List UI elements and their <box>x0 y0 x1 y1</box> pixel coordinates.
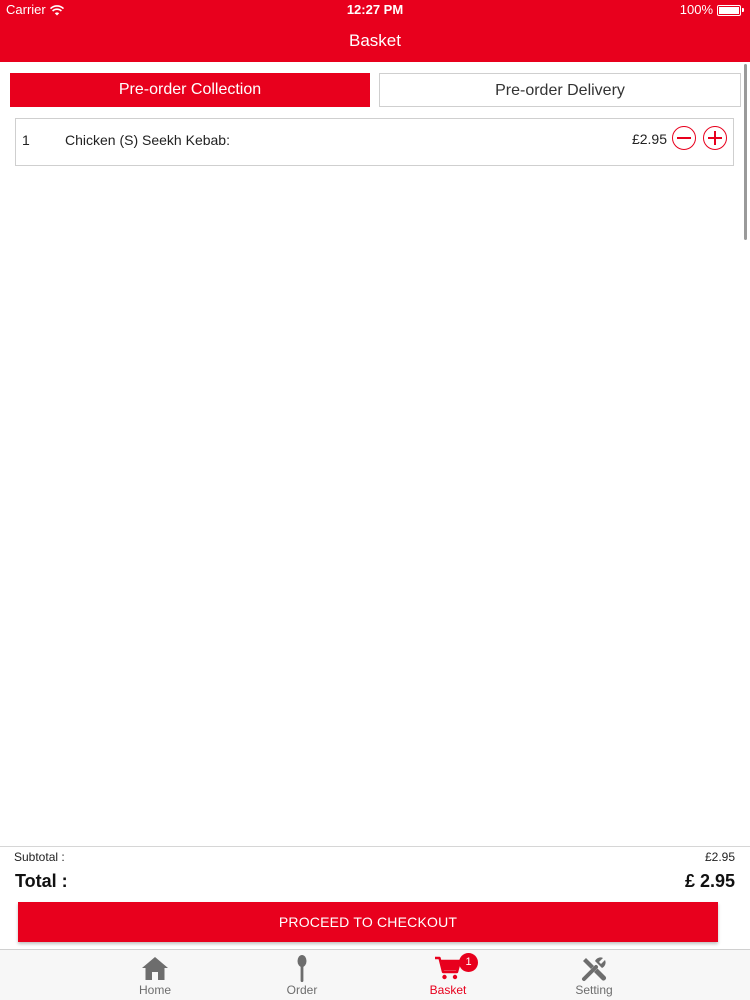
tabbar-item-setting[interactable]: Setting <box>519 950 669 1000</box>
tabbar-label-order: Order <box>286 983 318 997</box>
total-label: Total : <box>15 871 68 891</box>
tabbar-label-setting: Setting <box>575 983 613 997</box>
tabbar-item-basket[interactable]: Basket 1 <box>373 950 523 1000</box>
order-type-tabs: Pre-order Collection Pre-order Delivery <box>10 73 741 107</box>
home-icon <box>142 957 168 980</box>
bottom-tab-bar: Home Order Basket 1 Setting <box>0 949 750 1000</box>
status-time: 12:27 PM <box>346 2 404 17</box>
tab-pre-order-collection[interactable]: Pre-order Collection <box>10 73 370 107</box>
subtotal-value: £2.95 <box>704 850 735 864</box>
cart-icon <box>435 956 462 980</box>
tabbar-item-home[interactable]: Home <box>80 950 230 1000</box>
item-quantity: 1 <box>22 132 30 148</box>
tools-icon <box>582 957 606 981</box>
item-price: £2.95 <box>631 131 667 147</box>
page-title: Basket <box>349 31 401 50</box>
tabbar-item-order[interactable]: Order <box>227 950 377 1000</box>
status-battery: 100% <box>680 0 744 20</box>
status-bar: Carrier 12:27 PM 100% <box>0 0 750 20</box>
battery-icon <box>717 4 741 16</box>
battery-percent: 100% <box>679 2 713 17</box>
basket-item-row: 1 Chicken (S) Seekh Kebab: £2.95 <box>15 118 734 166</box>
subtotal-label: Subtotal : <box>14 850 65 864</box>
spoon-icon <box>297 955 307 982</box>
increase-quantity-button[interactable] <box>703 126 727 150</box>
tabbar-label-basket: Basket <box>429 983 467 997</box>
tab-pre-order-delivery[interactable]: Pre-order Delivery <box>379 73 741 107</box>
app-header: Carrier 12:27 PM 100% Basket <box>0 0 750 62</box>
tabbar-label-home: Home <box>138 983 171 997</box>
item-name: Chicken (S) Seekh Kebab: <box>65 132 230 148</box>
scrollbar[interactable] <box>744 64 747 240</box>
battery-tip <box>742 8 744 12</box>
decrease-quantity-button[interactable] <box>672 126 696 150</box>
total-value: £ 2.95 <box>684 871 735 891</box>
basket-count-badge: 1 <box>459 953 478 972</box>
totals-divider <box>0 846 750 847</box>
proceed-to-checkout-button[interactable]: PROCEED TO CHECKOUT <box>18 902 718 942</box>
